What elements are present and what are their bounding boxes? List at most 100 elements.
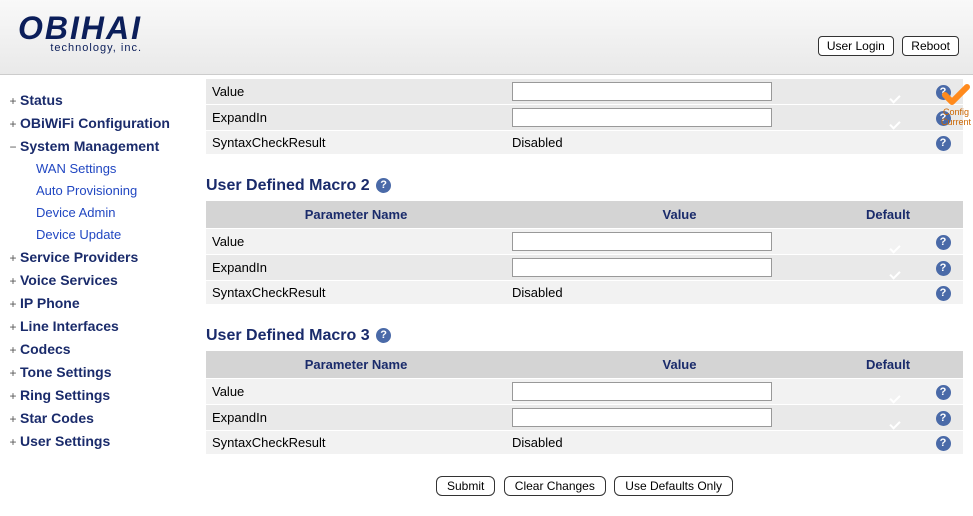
help-icon[interactable]: ? — [376, 328, 391, 343]
footer-buttons: Submit Clear Changes Use Defaults Only — [206, 477, 963, 495]
expand-icon: + — [6, 431, 20, 453]
reboot-button[interactable]: Reboot — [902, 36, 959, 56]
nav-label: Status — [20, 89, 63, 111]
macro-1-table: Value ? ExpandIn ? SyntaxCheckResult Dis… — [206, 79, 963, 155]
nav-star-codes[interactable]: + Star Codes — [6, 407, 196, 430]
nav-label: Ring Settings — [20, 384, 110, 406]
logo: OBIHAI technology, inc. — [18, 14, 142, 54]
col-header-default: Default — [853, 201, 923, 229]
help-icon[interactable]: ? — [936, 261, 951, 276]
table-row: ExpandIn ? — [206, 105, 963, 131]
expand-icon: + — [6, 293, 20, 315]
param-name: ExpandIn — [206, 105, 506, 131]
user-login-button[interactable]: User Login — [818, 36, 894, 56]
help-icon[interactable]: ? — [936, 385, 951, 400]
sidebar: + Status + OBiWiFi Configuration − Syste… — [0, 75, 200, 516]
nav-label: Voice Services — [20, 269, 118, 291]
table-row: ExpandIn ? — [206, 405, 963, 431]
col-header-default: Default — [853, 351, 923, 379]
help-icon[interactable]: ? — [376, 178, 391, 193]
use-defaults-button[interactable]: Use Defaults Only — [614, 476, 733, 496]
param-name: SyntaxCheckResult — [206, 431, 506, 455]
col-header-name: Parameter Name — [206, 201, 506, 229]
value-input[interactable] — [512, 232, 772, 251]
nav-ring-settings[interactable]: + Ring Settings — [6, 384, 196, 407]
static-value: Disabled — [506, 131, 853, 155]
col-header-value: Value — [506, 201, 853, 229]
param-name: SyntaxCheckResult — [206, 131, 506, 155]
nav-user-settings[interactable]: + User Settings — [6, 430, 196, 453]
table-row: SyntaxCheckResult Disabled ? — [206, 281, 963, 305]
macro-3-title: User Defined Macro 3 ? — [206, 327, 963, 345]
nav-line-interfaces[interactable]: + Line Interfaces — [6, 315, 196, 338]
nav-service-providers[interactable]: + Service Providers — [6, 246, 196, 269]
col-header-help — [923, 201, 963, 229]
macro-3-table: Parameter Name Value Default Value ? Exp… — [206, 351, 963, 455]
subnav-wan-settings[interactable]: WAN Settings — [6, 158, 196, 180]
value-input[interactable] — [512, 82, 772, 101]
subnav-auto-provisioning[interactable]: Auto Provisioning — [6, 180, 196, 202]
param-name: ExpandIn — [206, 255, 506, 281]
nav-codecs[interactable]: + Codecs — [6, 338, 196, 361]
nav-label: OBiWiFi Configuration — [20, 112, 170, 134]
expand-icon: + — [6, 385, 20, 407]
static-value: Disabled — [506, 431, 853, 455]
help-icon[interactable]: ? — [936, 111, 951, 126]
static-value: Disabled — [506, 281, 853, 305]
nav-label: User Settings — [20, 430, 110, 452]
expand-icon: + — [6, 270, 20, 292]
param-name: Value — [206, 79, 506, 105]
expand-icon: + — [6, 339, 20, 361]
macro-2-table: Parameter Name Value Default Value ? Exp… — [206, 201, 963, 305]
nav-label: Line Interfaces — [20, 315, 119, 337]
param-name: Value — [206, 379, 506, 405]
expand-icon: + — [6, 408, 20, 430]
expandin-input[interactable] — [512, 108, 772, 127]
expand-icon: + — [6, 247, 20, 269]
nav-label: Star Codes — [20, 407, 94, 429]
nav-label: Tone Settings — [20, 361, 112, 383]
col-header-help — [923, 351, 963, 379]
help-icon[interactable]: ? — [936, 136, 951, 151]
table-row: Value ? — [206, 79, 963, 105]
col-header-name: Parameter Name — [206, 351, 506, 379]
help-icon[interactable]: ? — [936, 411, 951, 426]
expandin-input[interactable] — [512, 258, 772, 277]
table-row: SyntaxCheckResult Disabled ? — [206, 431, 963, 455]
nav-label: IP Phone — [20, 292, 80, 314]
nav-ip-phone[interactable]: + IP Phone — [6, 292, 196, 315]
help-icon[interactable]: ? — [936, 85, 951, 100]
submit-button[interactable]: Submit — [436, 476, 495, 496]
subnav-device-admin[interactable]: Device Admin — [6, 202, 196, 224]
expand-icon: + — [6, 316, 20, 338]
expandin-input[interactable] — [512, 408, 772, 427]
param-name: Value — [206, 229, 506, 255]
clear-changes-button[interactable]: Clear Changes — [504, 476, 606, 496]
collapse-icon: − — [6, 136, 20, 158]
main-content: Config Current Value ? ExpandIn — [200, 75, 973, 516]
nav-tone-settings[interactable]: + Tone Settings — [6, 361, 196, 384]
nav-status[interactable]: + Status — [6, 89, 196, 112]
param-name: SyntaxCheckResult — [206, 281, 506, 305]
table-row: Value ? — [206, 229, 963, 255]
nav-voice-services[interactable]: + Voice Services — [6, 269, 196, 292]
help-icon[interactable]: ? — [936, 436, 951, 451]
value-input[interactable] — [512, 382, 772, 401]
table-row: SyntaxCheckResult Disabled ? — [206, 131, 963, 155]
expand-icon: + — [6, 362, 20, 384]
help-icon[interactable]: ? — [936, 286, 951, 301]
col-header-value: Value — [506, 351, 853, 379]
expand-icon: + — [6, 90, 20, 112]
nav-label: System Management — [20, 135, 159, 157]
header: OBIHAI technology, inc. User Login Reboo… — [0, 0, 973, 75]
nav-label: Service Providers — [20, 246, 138, 268]
expand-icon: + — [6, 113, 20, 135]
macro-2-title: User Defined Macro 2 ? — [206, 177, 963, 195]
help-icon[interactable]: ? — [936, 235, 951, 250]
nav-system-management[interactable]: − System Management — [6, 135, 196, 158]
param-name: ExpandIn — [206, 405, 506, 431]
nav-obiwifi[interactable]: + OBiWiFi Configuration — [6, 112, 196, 135]
subnav-device-update[interactable]: Device Update — [6, 224, 196, 246]
header-buttons: User Login Reboot — [814, 36, 959, 56]
nav-label: Codecs — [20, 338, 71, 360]
